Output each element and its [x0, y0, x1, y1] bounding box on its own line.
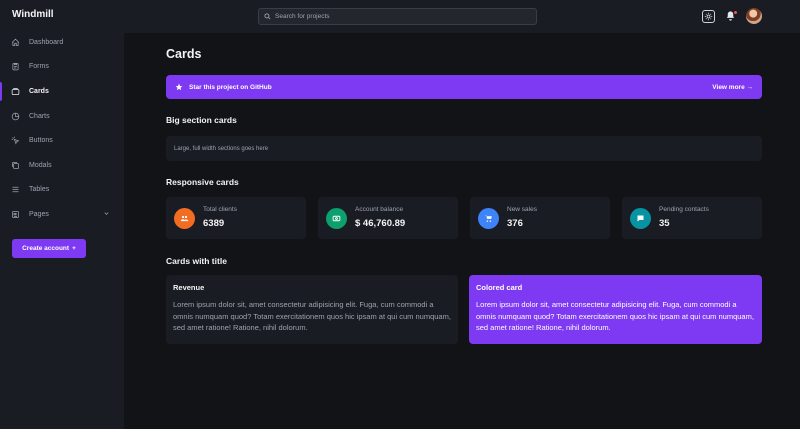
- stat-value: 6389: [203, 218, 225, 229]
- cursor-click-icon: [11, 136, 20, 145]
- big-section-card: Large, full width sections goes here: [166, 136, 762, 161]
- sidebar-item-buttons[interactable]: Buttons: [0, 128, 124, 153]
- pages-icon: [11, 210, 20, 219]
- modal-icon: [11, 161, 20, 170]
- sidebar-item-label: Tables: [29, 186, 50, 194]
- stat-value: $ 46,760.89: [355, 218, 406, 229]
- sidebar-item-cards[interactable]: Cards: [0, 79, 124, 104]
- sidebar-nav: Dashboard Forms Cards Charts Buttons Mod…: [0, 30, 124, 227]
- sidebar-item-label: Buttons: [29, 137, 53, 145]
- stat-card-new-sales: New sales 376: [470, 197, 610, 239]
- stat-label: Total clients: [203, 206, 237, 213]
- sidebar-item-dashboard[interactable]: Dashboard: [0, 30, 124, 55]
- section-title-responsive: Responsive cards: [166, 177, 239, 187]
- stat-card-account-balance: Account balance $ 46,760.89: [318, 197, 458, 239]
- sidebar-item-pages[interactable]: Pages: [0, 202, 124, 227]
- stat-label: New sales: [507, 206, 537, 213]
- cash-icon: [326, 208, 347, 229]
- revenue-card: Revenue Lorem ipsum dolor sit, amet cons…: [166, 275, 458, 344]
- section-title-big: Big section cards: [166, 115, 237, 125]
- avatar[interactable]: [746, 8, 762, 24]
- pie-chart-icon: [11, 112, 20, 121]
- home-icon: [11, 38, 20, 47]
- view-more-link[interactable]: View more →: [712, 84, 753, 91]
- main-content: Cards Star this project on GitHub View m…: [124, 33, 800, 429]
- plus-icon: +: [72, 245, 76, 252]
- sidebar-item-label: Forms: [29, 63, 49, 71]
- table-icon: [11, 185, 20, 194]
- sidebar-item-modals[interactable]: Modals: [0, 153, 124, 178]
- card-body: Lorem ipsum dolor sit, amet consectetur …: [476, 300, 754, 332]
- users-icon: [174, 208, 195, 229]
- stat-card-pending-contacts: Pending contacts 35: [622, 197, 762, 239]
- sidebar: Windmill Dashboard Forms Cards Charts Bu…: [0, 0, 124, 429]
- card-title: Colored card: [476, 283, 523, 292]
- banner-text: Star this project on GitHub: [189, 83, 272, 91]
- search-icon: [264, 13, 271, 20]
- cart-icon: [478, 208, 499, 229]
- card-body: Lorem ipsum dolor sit, amet consectetur …: [173, 300, 451, 332]
- sidebar-item-charts[interactable]: Charts: [0, 104, 124, 129]
- stat-label: Account balance: [355, 206, 404, 213]
- sidebar-item-label: Modals: [29, 161, 52, 169]
- big-section-text: Large, full width sections goes here: [174, 145, 269, 152]
- search-input[interactable]: [275, 13, 515, 20]
- stat-value: 35: [659, 218, 670, 229]
- cards-icon: [11, 87, 20, 96]
- chat-icon: [630, 208, 651, 229]
- stat-card-total-clients: Total clients 6389: [166, 197, 306, 239]
- top-bar: [124, 0, 800, 33]
- notification-badge: [733, 10, 738, 15]
- page-title: Cards: [166, 47, 202, 61]
- sidebar-item-forms[interactable]: Forms: [0, 55, 124, 80]
- sidebar-item-label: Charts: [29, 112, 50, 120]
- create-account-button[interactable]: Create account +: [12, 239, 86, 258]
- github-banner[interactable]: Star this project on GitHub View more →: [166, 75, 762, 99]
- stat-value: 376: [507, 218, 523, 229]
- star-icon: [175, 83, 183, 91]
- search-box[interactable]: [258, 8, 537, 25]
- create-account-label: Create account: [22, 245, 70, 252]
- sidebar-item-label: Dashboard: [29, 38, 64, 46]
- brand-logo[interactable]: Windmill: [12, 9, 54, 20]
- stat-label: Pending contacts: [659, 206, 709, 213]
- chevron-down-icon[interactable]: [103, 210, 110, 217]
- card-title: Revenue: [173, 283, 205, 292]
- sidebar-item-label: Cards: [29, 87, 49, 95]
- section-title-with-title: Cards with title: [166, 256, 227, 266]
- theme-toggle-icon[interactable]: [702, 10, 715, 23]
- colored-card: Colored card Lorem ipsum dolor sit, amet…: [469, 275, 762, 344]
- sidebar-item-tables[interactable]: Tables: [0, 178, 124, 203]
- clipboard-icon: [11, 62, 20, 71]
- sidebar-item-label: Pages: [29, 210, 49, 218]
